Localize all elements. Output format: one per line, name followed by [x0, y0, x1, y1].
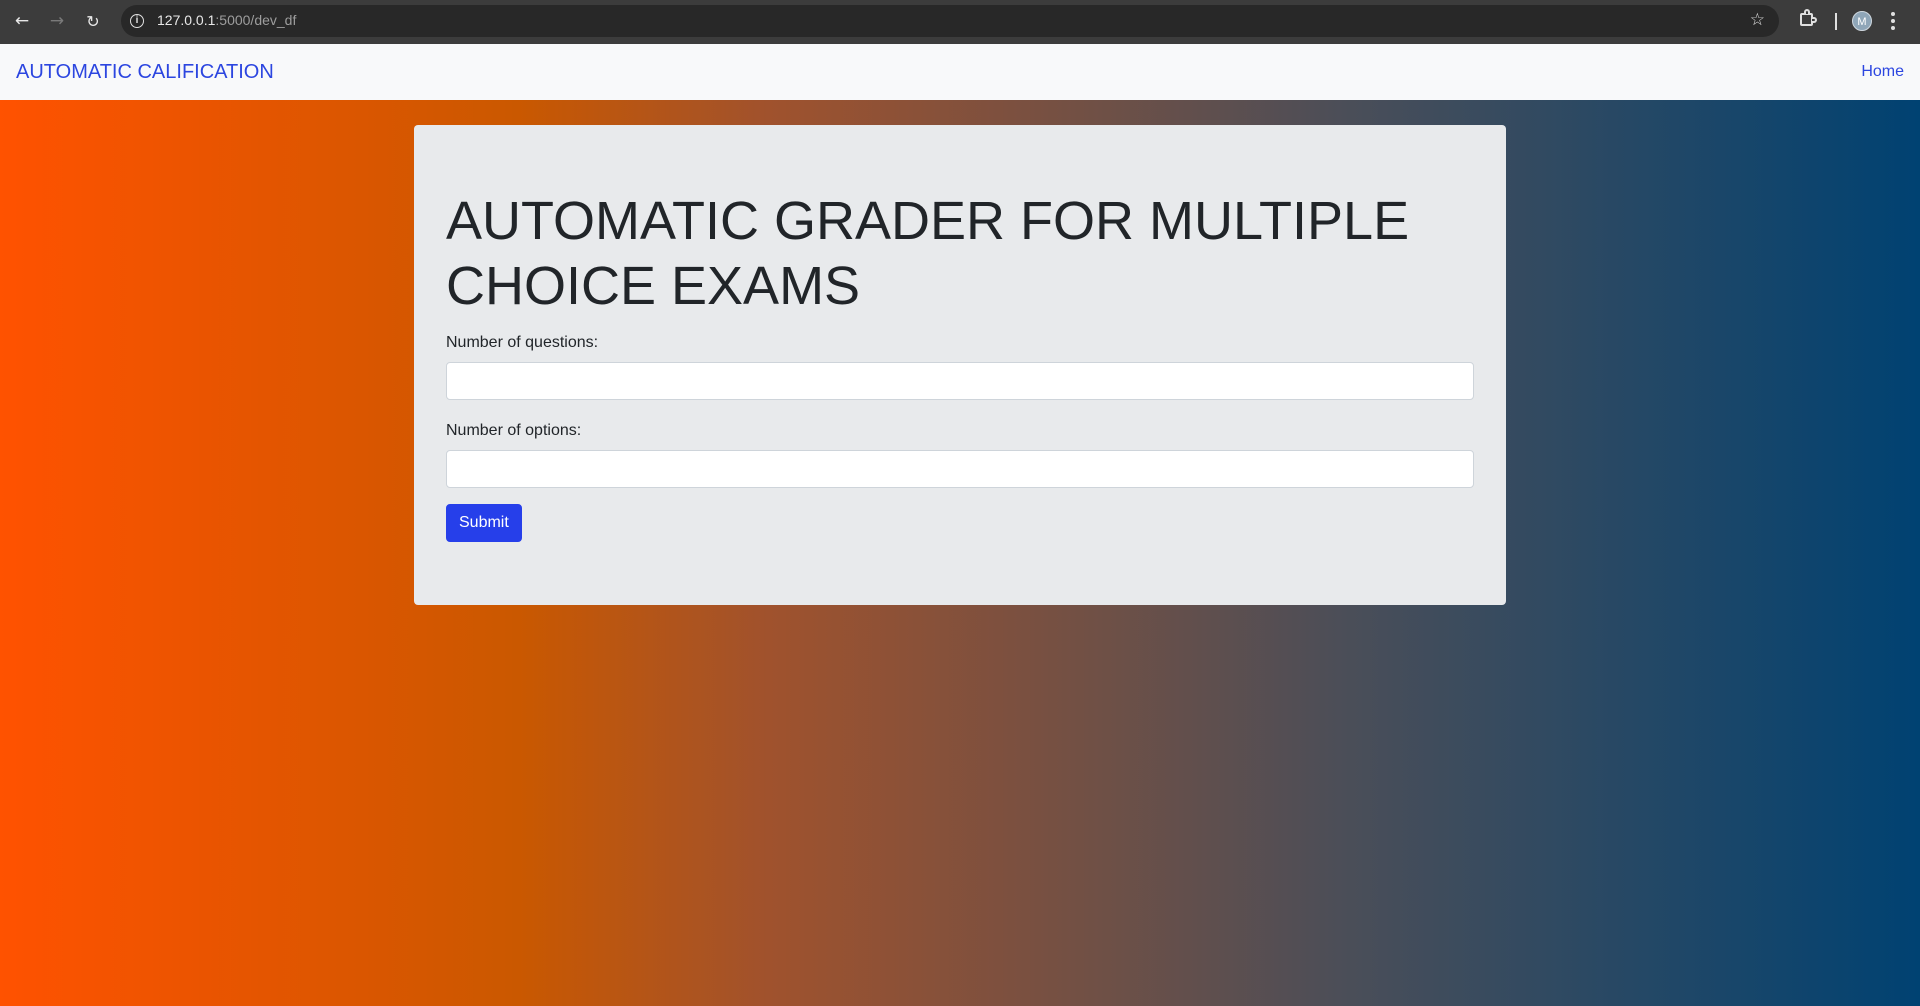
- url-host: 127.0.0.1: [157, 12, 216, 28]
- options-input[interactable]: [446, 449, 1474, 488]
- navbar-brand[interactable]: AUTOMATIC CALIFICATION: [16, 61, 274, 84]
- page-title: AUTOMATIC GRADER FOR MULTIPLE CHOICE EXA…: [446, 191, 1410, 316]
- questions-form-group: Number of questions:: [446, 334, 1474, 400]
- extensions-icon[interactable]: [1797, 9, 1817, 29]
- toolbar-divider: [1835, 13, 1837, 30]
- forward-arrow-icon[interactable]: →: [43, 7, 71, 35]
- reload-icon[interactable]: ↻: [79, 7, 107, 35]
- url-text[interactable]: 127.0.0.1:5000/dev_df: [157, 12, 296, 28]
- profile-avatar[interactable]: M: [1852, 11, 1872, 31]
- nav-link-home[interactable]: Home: [1861, 63, 1904, 81]
- page-background: AUTOMATIC CALIFICATION Home AUTOMATIC GR…: [0, 44, 1920, 1006]
- browser-toolbar: ← → ↻ i 127.0.0.1:5000/dev_df ☆ M: [0, 0, 1920, 44]
- questions-label: Number of questions:: [446, 333, 599, 351]
- site-info-icon[interactable]: i: [130, 14, 144, 28]
- questions-input[interactable]: [446, 361, 1474, 400]
- back-arrow-icon[interactable]: ←: [8, 7, 36, 35]
- options-form-group: Number of options:: [446, 422, 1474, 488]
- kebab-menu-icon[interactable]: [1890, 10, 1896, 32]
- bookmark-star-icon[interactable]: ☆: [1750, 10, 1765, 30]
- submit-button[interactable]: Submit: [446, 503, 522, 542]
- navbar: AUTOMATIC CALIFICATION Home: [0, 44, 1920, 100]
- main-card: AUTOMATIC GRADER FOR MULTIPLE CHOICE EXA…: [414, 125, 1506, 605]
- url-path: :5000/dev_df: [215, 12, 297, 28]
- address-bar[interactable]: i 127.0.0.1:5000/dev_df ☆: [121, 5, 1779, 37]
- options-label: Number of options:: [446, 421, 582, 439]
